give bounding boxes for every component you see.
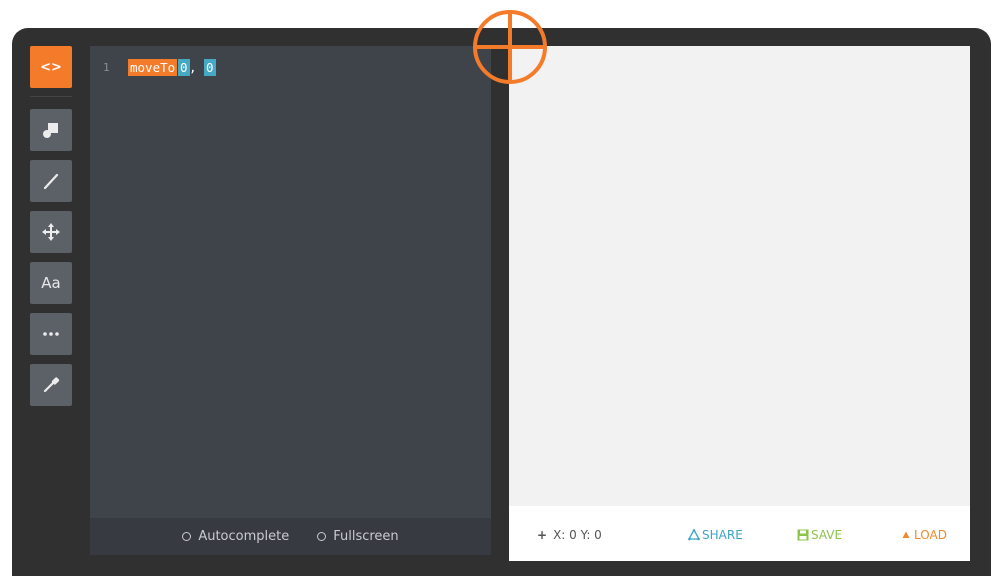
move-icon [42,223,60,241]
code-mode-button[interactable]: <> [30,46,72,88]
upload-triangle-icon [902,531,910,538]
load-label: LOAD [914,528,947,542]
save-label: SAVE [811,528,843,542]
eyedropper-tool-button[interactable] [30,364,72,406]
code-separator: , [189,59,197,75]
share-icon [688,529,700,541]
share-label: SHARE [702,528,743,542]
code-arg-x: 0 [178,58,190,76]
fullscreen-radio-icon [317,532,327,541]
more-icon [43,332,59,336]
floppy-disk-icon [797,529,809,541]
code-icon: <> [40,59,62,75]
autocomplete-radio-icon [182,532,192,541]
fullscreen-label: Fullscreen [333,529,399,544]
coords-text: X: 0 Y: 0 [553,528,602,542]
crosshair-icon: + [537,528,548,542]
code-keyword: moveTo [128,58,178,76]
more-tool-button[interactable] [30,313,72,355]
share-button[interactable]: SHARE [688,528,743,542]
drawing-canvas[interactable] [509,46,970,506]
canvas-footer: + X: 0 Y: 0 SHARE SAVE LOAD [509,506,970,561]
text-tool-button[interactable]: Aa [30,262,72,304]
fullscreen-toggle[interactable]: Fullscreen [317,529,399,544]
line-icon [43,173,59,190]
shapes-icon [43,123,58,138]
move-tool-button[interactable] [30,211,72,253]
coordinate-readout: + X: 0 Y: 0 [537,528,602,542]
line-tool-button[interactable] [30,160,72,202]
code-line: 1 moveTo 0 , 0 [90,58,491,76]
code-editor[interactable]: 1 moveTo 0 , 0 [90,46,491,518]
autocomplete-toggle[interactable]: Autocomplete [182,529,289,544]
save-button[interactable]: SAVE [797,528,842,542]
text-icon: Aa [41,274,61,292]
line-number: 1 [103,60,110,74]
toolbar-divider [30,96,72,97]
editor-options-bar: Autocomplete Fullscreen [90,518,491,555]
autocomplete-label: Autocomplete [198,529,290,544]
load-button[interactable]: LOAD [902,528,947,542]
shapes-tool-button[interactable] [30,109,72,151]
eyedropper-icon [43,377,60,393]
code-arg-y: 0 [204,58,216,76]
crosshair-cursor-icon [473,10,547,84]
